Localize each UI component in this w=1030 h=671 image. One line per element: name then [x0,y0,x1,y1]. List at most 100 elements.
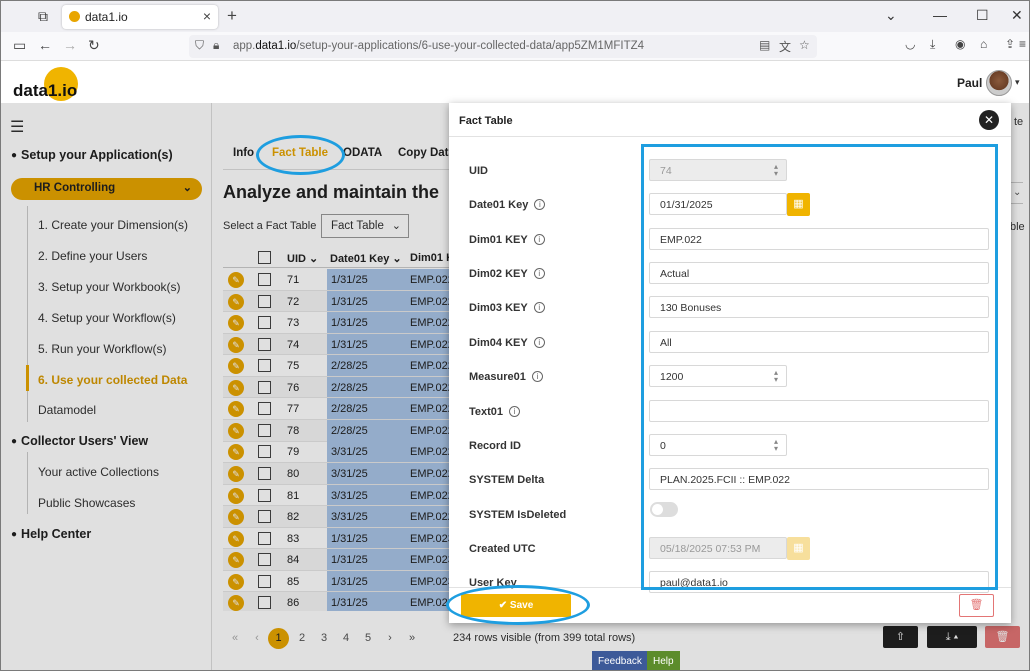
row-checkbox[interactable] [258,380,271,394]
record-id-field[interactable]: 0 ▴ ▾ [649,434,787,456]
section-setup[interactable]: Setup your Application(s) [11,148,173,162]
select-all-checkbox[interactable] [258,251,271,264]
user-key-field[interactable]: paul@data1.io [649,571,989,593]
table-row[interactable]: ✎ 78 2/28/25 EMP.022 [223,419,453,442]
minimize-icon[interactable]: — [933,7,947,23]
row-checkbox[interactable] [258,423,271,437]
delete-all-button[interactable]: 🗑︎ [985,626,1020,648]
right-edge-control[interactable]: ⌄ [1009,182,1023,204]
edit-icon[interactable]: ✎ [228,573,244,590]
edit-icon[interactable]: ✎ [228,595,244,611]
system-isdeleted-toggle[interactable] [650,502,678,517]
edit-icon[interactable]: ✎ [228,509,244,526]
dim01-key-field[interactable]: EMP.022 [649,228,989,250]
row-checkbox[interactable] [258,359,271,373]
info-icon[interactable]: i [531,371,543,382]
edit-icon[interactable]: ✎ [228,401,244,418]
info-icon[interactable]: i [533,337,545,348]
table-row[interactable]: ✎ 72 1/31/25 EMP.022 [223,290,453,313]
user-menu-caret-icon[interactable]: ▾ [1015,77,1020,88]
share-icon[interactable]: ⇪ [1005,37,1015,51]
avatar[interactable] [986,70,1012,96]
sidebar-item-public-showcases[interactable]: Public Showcases [38,496,135,510]
row-checkbox[interactable] [258,596,271,610]
close-tab-icon[interactable]: × [203,8,211,24]
table-row[interactable]: ✎ 80 3/31/25 EMP.022 [223,462,453,485]
maximize-icon[interactable]: ☐ [976,7,989,24]
save-button[interactable]: ✔ Save [461,594,571,617]
page-2-button[interactable]: 2 [293,632,311,644]
edit-icon[interactable]: ✎ [228,530,244,547]
sidebar-item-dimensions[interactable]: 1. Create your Dimension(s) [38,218,188,232]
edit-icon[interactable]: ✎ [228,293,244,310]
info-icon[interactable]: i [533,302,545,313]
info-icon[interactable]: i [509,406,521,417]
row-checkbox[interactable] [258,273,271,286]
shield-icon[interactable]: ⛉ [195,38,204,53]
row-checkbox[interactable] [258,574,271,588]
extensions-icon[interactable]: ⌂ [980,37,987,51]
date01-key-field[interactable]: 01/31/2025 [649,193,787,215]
edit-icon[interactable]: ✎ [228,487,244,504]
row-checkbox[interactable] [258,294,271,308]
table-row[interactable]: ✎ 86 1/31/25 EMP.023 [223,592,453,611]
downloads-icon[interactable]: ⤓ [930,37,935,52]
column-header-dim01-key[interactable]: Dim01 K [410,252,453,264]
system-delta-field[interactable]: PLAN.2025.FCII :: EMP.022 [649,468,989,490]
dim04-key-field[interactable]: All [649,331,989,353]
user-name[interactable]: Paul [957,76,982,90]
tab-odata[interactable]: ODATA [343,147,382,159]
edit-icon[interactable]: ✎ [228,465,244,482]
column-header-date01-key[interactable]: Date01 Key ⌄ [330,252,402,265]
reload-icon[interactable]: ↻ [88,37,100,54]
row-checkbox[interactable] [258,488,271,502]
stepper-icon[interactable]: ▴ ▾ [774,369,778,384]
first-page-button[interactable]: « [226,632,244,644]
last-page-button[interactable]: » [403,632,421,644]
edit-icon[interactable]: ✎ [228,444,244,461]
section-help[interactable]: Help Center [11,527,91,541]
table-row[interactable]: ✎ 74 1/31/25 EMP.022 [223,333,453,356]
table-row[interactable]: ✎ 79 3/31/25 EMP.022 [223,441,453,464]
table-row[interactable]: ✎ 76 2/28/25 EMP.022 [223,376,453,399]
sidebar-item-users[interactable]: 2. Define your Users [38,249,147,263]
stepper-icon[interactable]: ▴ ▾ [774,438,778,453]
row-checkbox[interactable] [258,510,271,524]
lock-icon[interactable]: 🔒︎ [213,38,219,53]
measure01-field[interactable]: 1200 ▴ ▾ [649,365,787,387]
close-icon[interactable]: ✕ [979,110,999,130]
sidebar-item-collected-data[interactable]: 6. Use your collected Data [38,373,187,387]
info-icon[interactable]: i [533,234,545,245]
menu-icon[interactable]: ≡ [1019,37,1026,51]
fact-table-select[interactable]: Fact Table ⌄ [321,214,409,238]
delete-record-button[interactable]: 🗑︎ [959,594,994,617]
logo[interactable]: data1.io [13,81,77,101]
sidebar-item-workflows[interactable]: 4. Setup your Workflow(s) [38,311,176,325]
translate-icon[interactable]: 文 [779,38,791,55]
info-icon[interactable]: i [534,199,546,210]
table-row[interactable]: ✎ 81 3/31/25 EMP.022 [223,484,453,507]
sidebar-item-active-collections[interactable]: Your active Collections [38,465,159,479]
sidebar-item-datamodel[interactable]: Datamodel [38,403,96,417]
back-icon[interactable]: ← [38,37,52,53]
tab-fact-table[interactable]: Fact Table [272,147,328,159]
bookmark-star-icon[interactable]: ☆ [799,38,810,52]
export-button[interactable]: ⇧ [883,626,918,648]
text01-field[interactable] [649,400,989,422]
info-icon[interactable]: i [533,268,545,279]
next-page-button[interactable]: › [381,632,399,644]
edit-icon[interactable]: ✎ [228,315,244,332]
page-5-button[interactable]: 5 [359,632,377,644]
row-checkbox[interactable] [258,466,271,480]
new-tab-icon[interactable]: + [227,6,237,26]
edit-icon[interactable]: ✎ [228,379,244,396]
column-header-uid[interactable]: UID ⌄ [287,252,318,265]
edit-icon[interactable]: ✎ [228,336,244,353]
section-collector[interactable]: Collector Users' View [11,434,148,448]
tab-copy-data[interactable]: Copy Data [398,147,455,159]
dim03-key-field[interactable]: 130 Bonuses [649,296,989,318]
table-row[interactable]: ✎ 77 2/28/25 EMP.022 [223,398,453,420]
sidebar-item-workbooks[interactable]: 3. Setup your Workbook(s) [38,280,181,294]
page-4-button[interactable]: 4 [337,632,355,644]
forward-icon[interactable]: → [63,37,77,53]
